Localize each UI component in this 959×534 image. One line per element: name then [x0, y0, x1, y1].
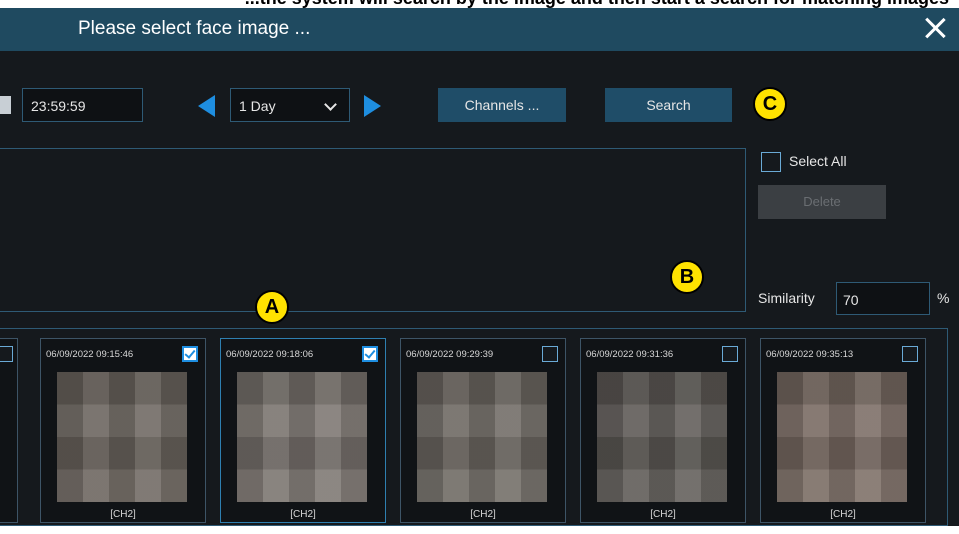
face-card-channel: [CH2]	[470, 509, 496, 520]
channels-button[interactable]: Channels ...	[438, 88, 566, 122]
face-card-channel: [CH2]	[110, 509, 136, 520]
face-card-timestamp: 06/09/2022 09:35:13	[766, 349, 854, 360]
callout-badge-c: C	[753, 87, 787, 121]
face-card-checkbox[interactable]	[182, 346, 198, 362]
next-period-arrow-icon[interactable]	[364, 95, 381, 117]
face-thumbnail	[237, 372, 367, 502]
face-card[interactable]: 06/09/2022 09:18:06 [CH2]	[220, 338, 386, 523]
face-card-checkbox[interactable]	[0, 346, 13, 362]
face-card[interactable]: 06/09/2022 09:31:36 [CH2]	[580, 338, 746, 523]
callout-badge-b: B	[670, 260, 704, 294]
end-time-input[interactable]: 23:59:59	[22, 88, 143, 122]
face-thumbnail	[597, 372, 727, 502]
selected-face-panel	[0, 148, 746, 312]
select-all-checkbox[interactable]	[761, 152, 781, 172]
dialog-title: Please select face image ...	[78, 18, 311, 39]
face-card[interactable]: 06/09/2022 09:35:13 [CH2]	[760, 338, 926, 523]
face-thumbnail	[777, 372, 907, 502]
select-all-label: Select All	[789, 153, 847, 169]
close-icon[interactable]	[921, 14, 949, 42]
face-card[interactable]: 06/09/2022 09:15:46 [CH2]	[40, 338, 206, 523]
face-card-channel: [CH2]	[290, 509, 316, 520]
header-strip: ...the system will search by the image a…	[0, 0, 959, 8]
chevron-down-icon	[324, 98, 337, 111]
face-card-timestamp: 06/09/2022 09:18:06	[226, 349, 314, 360]
face-thumbnail	[57, 372, 187, 502]
face-card[interactable]: 06/09/2022 09:29:39 [CH2]	[400, 338, 566, 523]
prev-period-arrow-icon[interactable]	[198, 95, 215, 117]
delete-button[interactable]: Delete	[758, 185, 886, 219]
similarity-unit: %	[937, 290, 950, 306]
similarity-label: Similarity	[758, 290, 815, 306]
callout-badge-a: A	[255, 290, 289, 324]
period-select[interactable]: 1 Day	[230, 88, 350, 122]
face-card-timestamp: 06/09/2022 09:15:46	[46, 349, 134, 360]
face-card-checkbox[interactable]	[542, 346, 558, 362]
face-card-checkbox[interactable]	[722, 346, 738, 362]
calendar-icon[interactable]	[0, 96, 11, 114]
similarity-input[interactable]: 70	[836, 282, 930, 315]
face-card-channel: [CH2]	[830, 509, 856, 520]
face-card-checkbox[interactable]	[362, 346, 378, 362]
face-card-timestamp: 06/09/2022 09:29:39	[406, 349, 494, 360]
face-card-checkbox[interactable]	[902, 346, 918, 362]
header-strip-text: ...the system will search by the image a…	[245, 0, 949, 8]
face-card-partial[interactable]	[0, 338, 18, 523]
period-select-value: 1 Day	[239, 98, 276, 114]
title-bar: Please select face image ...	[0, 8, 959, 51]
search-button[interactable]: Search	[605, 88, 732, 122]
face-card-channel: [CH2]	[650, 509, 676, 520]
face-card-timestamp: 06/09/2022 09:31:36	[586, 349, 674, 360]
face-thumbnail	[417, 372, 547, 502]
face-search-dialog: Please select face image ... 23:59:59 1 …	[0, 8, 959, 526]
